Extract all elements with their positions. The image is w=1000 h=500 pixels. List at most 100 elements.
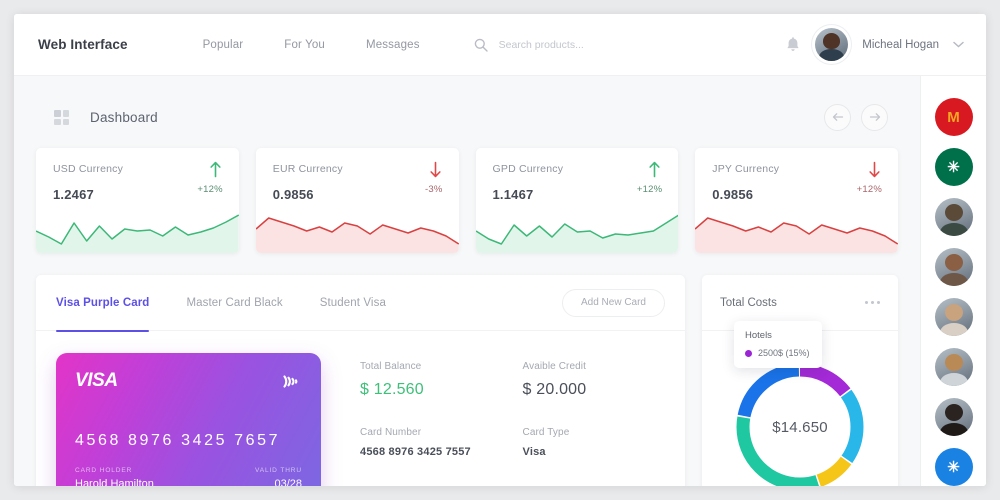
- rail-item-contact-5[interactable]: [934, 398, 973, 436]
- detail-item: Card Type Visa: [523, 427, 686, 464]
- card-details-grid: Total Balance $ 12.560 Avaible Credit $ 20.…: [321, 353, 685, 486]
- main-nav: Popular For You Messages: [203, 39, 420, 51]
- arrow-up-icon: [210, 161, 221, 178]
- tab-master-card-black[interactable]: Master Card Black: [186, 275, 282, 331]
- brand-logo: Web Interface: [38, 37, 128, 52]
- avatar[interactable]: [815, 28, 849, 61]
- app-body: Dashboard USD Currency 1.2467 +12% EUR C…: [14, 76, 986, 486]
- currency-card-change: +12%: [197, 184, 223, 195]
- detail-label: Card Type: [522, 427, 570, 438]
- donut-center-total: $14.650: [772, 418, 828, 436]
- lower-row: Visa Purple Card Master Card Black Stude…: [36, 275, 898, 486]
- page-header: Dashboard: [54, 100, 898, 134]
- currency-cards-row: USD Currency 1.2467 +12% EUR Currency 0.…: [36, 148, 898, 253]
- contactless-icon: [283, 375, 298, 388]
- rail-item-asterisk[interactable]: ✳: [934, 448, 973, 486]
- prev-button[interactable]: [824, 103, 851, 131]
- detail-value: Visa: [522, 446, 546, 458]
- currency-card-label: JPY Currency: [712, 163, 780, 175]
- tab-visa-purple-card[interactable]: Visa Purple Card: [56, 275, 150, 332]
- arrow-down-icon: [869, 161, 880, 178]
- currency-card-change: +12%: [636, 184, 663, 195]
- card-expiry-label: VALID THRU: [254, 467, 302, 474]
- currency-card-jpy[interactable]: JPY Currency 0.9856 +12%: [695, 148, 898, 253]
- nav-item-for-you[interactable]: For You: [284, 39, 325, 51]
- currency-card-change: +12%: [856, 184, 882, 195]
- nav-item-popular[interactable]: Popular: [203, 39, 244, 51]
- currency-sparkline: [475, 206, 679, 253]
- bell-icon[interactable]: [785, 36, 801, 53]
- app-window: Web Interface Popular For You Messages M…: [14, 14, 986, 486]
- tooltip-value: 2500$ (15%): [758, 348, 810, 358]
- arrow-down-icon: [429, 161, 441, 178]
- detail-item: Total Balance $ 12.560: [360, 361, 523, 405]
- detail-value: $ 20.000: [522, 381, 587, 398]
- rail-item-contact-3[interactable]: [934, 298, 973, 336]
- donut-chart[interactable]: $14.650: [734, 361, 866, 486]
- grid-icon: [54, 109, 69, 125]
- search-icon: [474, 38, 488, 52]
- next-button[interactable]: [861, 103, 888, 131]
- arrow-left-icon: [832, 113, 843, 121]
- card-expiry-block: VALID THRU 03/28: [255, 467, 302, 486]
- currency-card-eur[interactable]: EUR Currency 0.9856 -3%: [255, 148, 459, 253]
- search-box[interactable]: [474, 38, 689, 52]
- currency-card-top: JPY Currency 0.9856 +12%: [695, 148, 898, 210]
- card-body: VISA 4568 8976 3425 7657 CARD HOLDER Har…: [36, 331, 685, 486]
- nav-item-messages[interactable]: Messages: [366, 39, 420, 51]
- right-rail: M✳✳H: [920, 76, 986, 486]
- currency-sparkline: [255, 206, 459, 253]
- tooltip-color-dot: [745, 349, 752, 357]
- currency-card-usd[interactable]: USD Currency 1.2467 +12%: [36, 148, 239, 253]
- tooltip-title: Hotels: [745, 330, 772, 341]
- detail-label: Total Balance: [360, 361, 422, 372]
- card-holder-label: CARD HOLDER: [75, 467, 133, 474]
- page-title: Dashboard: [90, 109, 158, 125]
- tooltip-row: 2500$ (15%): [745, 348, 811, 358]
- currency-card-top: EUR Currency 0.9856 -3%: [256, 148, 459, 210]
- arrow-up-icon: [649, 161, 660, 178]
- currency-card-label: GPD Currency: [492, 163, 564, 175]
- add-new-card-button[interactable]: Add New Card: [561, 288, 665, 317]
- detail-value: $ 12.560: [360, 381, 424, 398]
- credit-card-visual[interactable]: VISA 4568 8976 3425 7657 CARD HOLDER Har…: [56, 353, 321, 486]
- currency-card-label: EUR Currency: [272, 163, 343, 175]
- card-holder-value: Harold Hamilton: [75, 478, 154, 486]
- card-expiry-value: 03/28: [274, 478, 302, 486]
- pager: [824, 103, 888, 131]
- card-footer: CARD HOLDER Harold Hamilton VALID THRU 0…: [75, 467, 302, 486]
- chart-tooltip: Hotels 2500$ (15%): [734, 321, 822, 368]
- header-actions: Micheal Hogan: [785, 28, 964, 61]
- rail-item-contact-4[interactable]: [934, 348, 973, 386]
- currency-card-gpd[interactable]: GPD Currency 1.1467 +12%: [475, 148, 679, 253]
- total-costs-panel: Total Costs Hotels 2500$ (15%) $14.650: [702, 275, 898, 486]
- currency-sparkline: [695, 206, 898, 253]
- currency-sparkline: [36, 206, 239, 253]
- rail-item-mcdonalds[interactable]: M: [934, 98, 973, 136]
- currency-card-top: USD Currency 1.2467 +12%: [36, 148, 239, 210]
- currency-card-value: 0.9856: [272, 187, 314, 202]
- top-header: Web Interface Popular For You Messages M…: [14, 14, 986, 76]
- detail-item: Avaible Credit $ 20.000: [523, 361, 686, 405]
- donut-chart-wrap: $14.650: [702, 361, 898, 486]
- currency-card-change: -3%: [425, 184, 443, 195]
- search-input[interactable]: [498, 38, 689, 51]
- rail-item-contact-2[interactable]: [934, 248, 973, 286]
- detail-item: Card Number 4568 8976 3425 7557: [360, 427, 523, 464]
- detail-label: Card Number: [360, 427, 422, 438]
- more-icon[interactable]: [865, 301, 880, 304]
- chevron-down-icon[interactable]: [953, 41, 964, 48]
- currency-card-top: GPD Currency 1.1467 +12%: [476, 148, 679, 210]
- main-content: Dashboard USD Currency 1.2467 +12% EUR C…: [14, 76, 920, 486]
- card-holder-block: CARD HOLDER Harold Hamilton: [75, 467, 154, 486]
- currency-card-label: USD Currency: [53, 163, 124, 175]
- detail-value: 4568 8976 3425 7557: [360, 446, 471, 458]
- visa-logo: VISA: [75, 370, 118, 391]
- rail-item-starbucks[interactable]: ✳: [934, 148, 973, 186]
- tab-student-visa[interactable]: Student Visa: [320, 275, 386, 331]
- arrow-right-icon: [869, 113, 880, 121]
- user-name: Micheal Hogan: [862, 38, 939, 51]
- cards-panel: Visa Purple Card Master Card Black Stude…: [36, 275, 685, 486]
- detail-label: Avaible Credit: [522, 361, 586, 372]
- rail-item-contact-1[interactable]: [934, 198, 973, 236]
